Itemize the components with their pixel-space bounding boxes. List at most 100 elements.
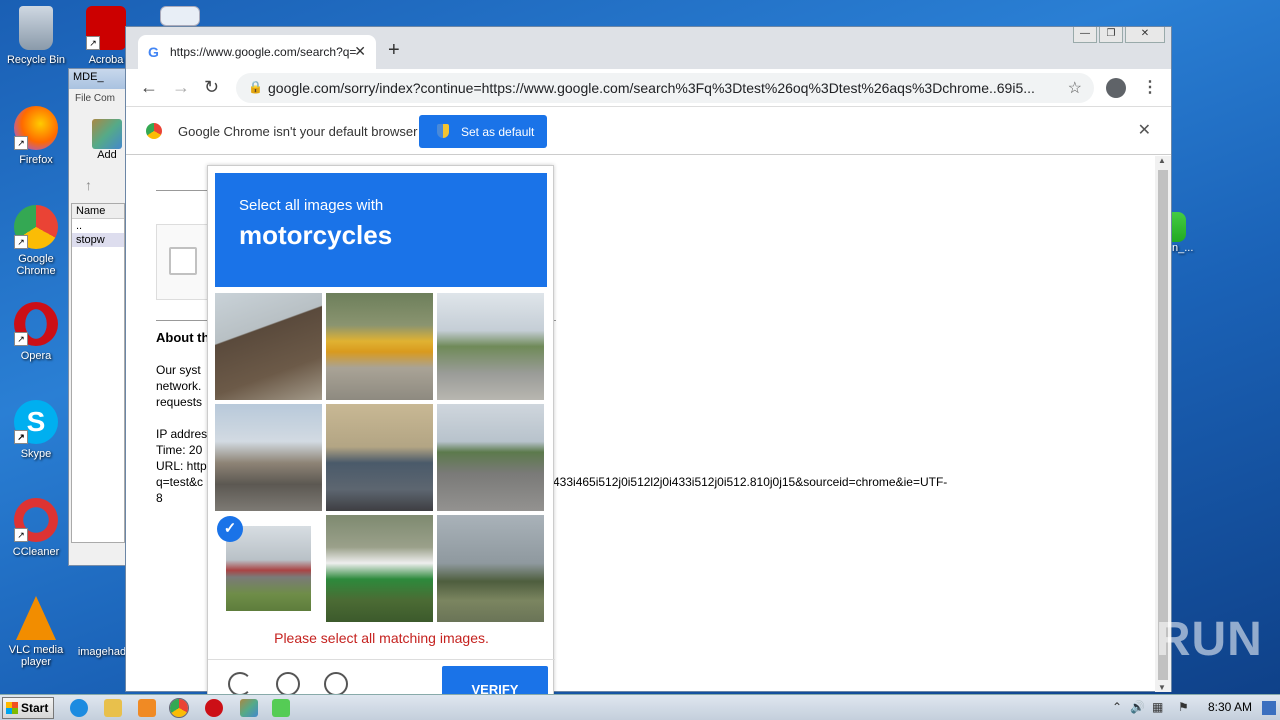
opera-taskbar-icon[interactable] bbox=[205, 699, 223, 717]
selected-check-icon: ✓ bbox=[217, 516, 243, 542]
desktop-icon-label: CCleaner bbox=[12, 546, 60, 558]
challenge-instruction: Select all images with bbox=[239, 197, 384, 214]
info-icon[interactable] bbox=[324, 672, 348, 696]
url-text: google.com/sorry/index?continue=https://… bbox=[268, 80, 1035, 96]
desktop-icon-ccleaner[interactable]: ↗ CCleaner bbox=[0, 498, 72, 558]
audio-challenge-icon[interactable] bbox=[276, 672, 300, 696]
tile-image bbox=[215, 293, 322, 400]
lock-icon: 🔒 bbox=[248, 80, 263, 94]
image-tile[interactable]: ✓ bbox=[215, 515, 322, 622]
reload-button[interactable]: ↻ bbox=[204, 77, 219, 98]
desktop-icon-skype[interactable]: S ↗ Skype bbox=[0, 400, 72, 460]
explorer-icon[interactable] bbox=[104, 699, 122, 717]
windows-logo-icon bbox=[6, 702, 18, 714]
info-line: IP addres bbox=[156, 427, 208, 441]
desktop-icon-label: VLC media player bbox=[8, 644, 64, 668]
para-line: Our syst bbox=[156, 363, 201, 377]
desktop-icon-recycle-bin[interactable]: Recycle Bin bbox=[0, 6, 72, 66]
tab-title: https://www.google.com/search?q= bbox=[170, 45, 357, 59]
image-tile[interactable] bbox=[437, 404, 544, 511]
minimize-button[interactable]: — bbox=[1073, 27, 1097, 43]
desktop-icon-partial[interactable]: n_... bbox=[1172, 212, 1193, 254]
flag-icon[interactable]: ⚑ bbox=[1178, 700, 1189, 714]
tile-image bbox=[437, 404, 544, 511]
restore-button[interactable]: ❐ bbox=[1099, 27, 1123, 43]
image-tile[interactable] bbox=[437, 293, 544, 400]
tab-strip: G https://www.google.com/search?q= ✕ + —… bbox=[126, 27, 1171, 69]
tile-image bbox=[326, 515, 433, 622]
taskbar: Start ⌃ 🔊 ▦ ⚑ 8:30 AM bbox=[0, 694, 1280, 720]
image-grid: ✓ bbox=[215, 293, 547, 623]
show-desktop-button[interactable] bbox=[1262, 701, 1276, 715]
desktop-icon-label: Opera bbox=[20, 350, 52, 362]
about-heading: About th bbox=[156, 330, 210, 345]
reload-challenge-icon[interactable] bbox=[228, 672, 252, 696]
window-controls: — ❐ ✕ bbox=[1073, 27, 1165, 43]
para-line: requests bbox=[156, 395, 203, 409]
ie-icon[interactable] bbox=[70, 699, 88, 717]
scroll-thumb[interactable] bbox=[1158, 170, 1168, 680]
skype-icon: S ↗ bbox=[14, 400, 58, 444]
ccleaner-icon: ↗ bbox=[14, 498, 58, 542]
desktop-icon-label: n_... bbox=[1172, 242, 1194, 254]
tile-image bbox=[215, 404, 322, 511]
winrar-menu[interactable]: File Com bbox=[69, 89, 127, 108]
image-tile[interactable] bbox=[326, 515, 433, 622]
start-label: Start bbox=[21, 701, 49, 715]
infobar-close-icon[interactable]: ✕ bbox=[1138, 120, 1151, 140]
forward-button[interactable]: → bbox=[172, 77, 190, 98]
tab-close-icon[interactable]: ✕ bbox=[354, 43, 366, 60]
shield-icon bbox=[437, 124, 449, 138]
network-icon[interactable]: ▦ bbox=[1152, 700, 1163, 714]
recaptcha-checkbox[interactable] bbox=[169, 247, 197, 275]
desktop-icon-chrome[interactable]: ↗ Google Chrome bbox=[0, 205, 72, 277]
image-tile[interactable] bbox=[326, 404, 433, 511]
desktop-icon-label: Firefox bbox=[19, 154, 53, 166]
media-player-icon[interactable] bbox=[138, 699, 156, 717]
image-tile[interactable] bbox=[326, 293, 433, 400]
url-tail: 433i465i512j0i512l2j0i433i512j0i512.810j… bbox=[553, 475, 948, 489]
document-icon bbox=[160, 6, 200, 26]
challenge-target: motorcycles bbox=[239, 220, 393, 250]
list-item[interactable]: .. bbox=[72, 219, 124, 233]
address-bar[interactable]: 🔒 google.com/sorry/index?continue=https:… bbox=[236, 73, 1094, 103]
image-tile[interactable] bbox=[215, 293, 322, 400]
archive-icon bbox=[92, 119, 122, 149]
up-arrow-icon[interactable]: ↑ bbox=[85, 177, 92, 193]
desktop-icon-vlc[interactable]: VLC media player bbox=[0, 596, 72, 668]
menu-kebab-icon[interactable]: ⋮ bbox=[1142, 77, 1158, 97]
challenge-footer: VERIFY bbox=[208, 659, 555, 700]
default-browser-infobar: Google Chrome isn't your default browser… bbox=[126, 107, 1171, 155]
image-tile[interactable] bbox=[437, 515, 544, 622]
profile-avatar-icon[interactable] bbox=[1106, 78, 1126, 98]
list-item[interactable]: stopw bbox=[72, 233, 124, 247]
back-button[interactable]: ← bbox=[140, 77, 158, 98]
scroll-up-icon[interactable]: ▲ bbox=[1158, 156, 1166, 165]
desktop-icon-label: Google Chrome bbox=[16, 253, 56, 277]
winrar-window[interactable]: MDE_ File Com Add ↑ Name .. stopw bbox=[68, 68, 128, 566]
taskbar-clock[interactable]: 8:30 AM bbox=[1208, 700, 1252, 714]
page-content: About th Our syst network. requests IP a… bbox=[126, 156, 1156, 700]
chrome-icon: ↗ bbox=[14, 205, 58, 249]
opera-icon: ↗ bbox=[14, 302, 58, 346]
list-header[interactable]: Name bbox=[72, 204, 124, 219]
download-icon[interactable] bbox=[272, 699, 290, 717]
scroll-down-icon[interactable]: ▼ bbox=[1158, 683, 1166, 692]
volume-icon[interactable]: 🔊 bbox=[1130, 700, 1145, 714]
winrar-taskbar-icon[interactable] bbox=[240, 699, 258, 717]
desktop-icon-firefox[interactable]: ↗ Firefox bbox=[0, 106, 72, 166]
chrome-taskbar-icon[interactable] bbox=[169, 698, 189, 718]
start-button[interactable]: Start bbox=[2, 697, 54, 719]
new-tab-button[interactable]: + bbox=[388, 39, 400, 62]
close-window-button[interactable]: ✕ bbox=[1125, 27, 1165, 43]
browser-tab[interactable]: G https://www.google.com/search?q= ✕ bbox=[138, 35, 376, 69]
desktop-icon-opera[interactable]: ↗ Opera bbox=[0, 302, 72, 362]
error-message: Please select all matching images. bbox=[274, 630, 489, 646]
tile-image bbox=[437, 293, 544, 400]
winrar-add-button[interactable]: Add bbox=[89, 119, 125, 161]
image-tile[interactable] bbox=[215, 404, 322, 511]
recaptcha-challenge: Select all images with motorcycles ✓ Ple… bbox=[207, 165, 555, 700]
set-default-button[interactable]: Set as default bbox=[419, 115, 547, 148]
bookmark-star-icon[interactable]: ☆ bbox=[1068, 78, 1082, 98]
tray-expand-icon[interactable]: ⌃ bbox=[1112, 700, 1122, 714]
